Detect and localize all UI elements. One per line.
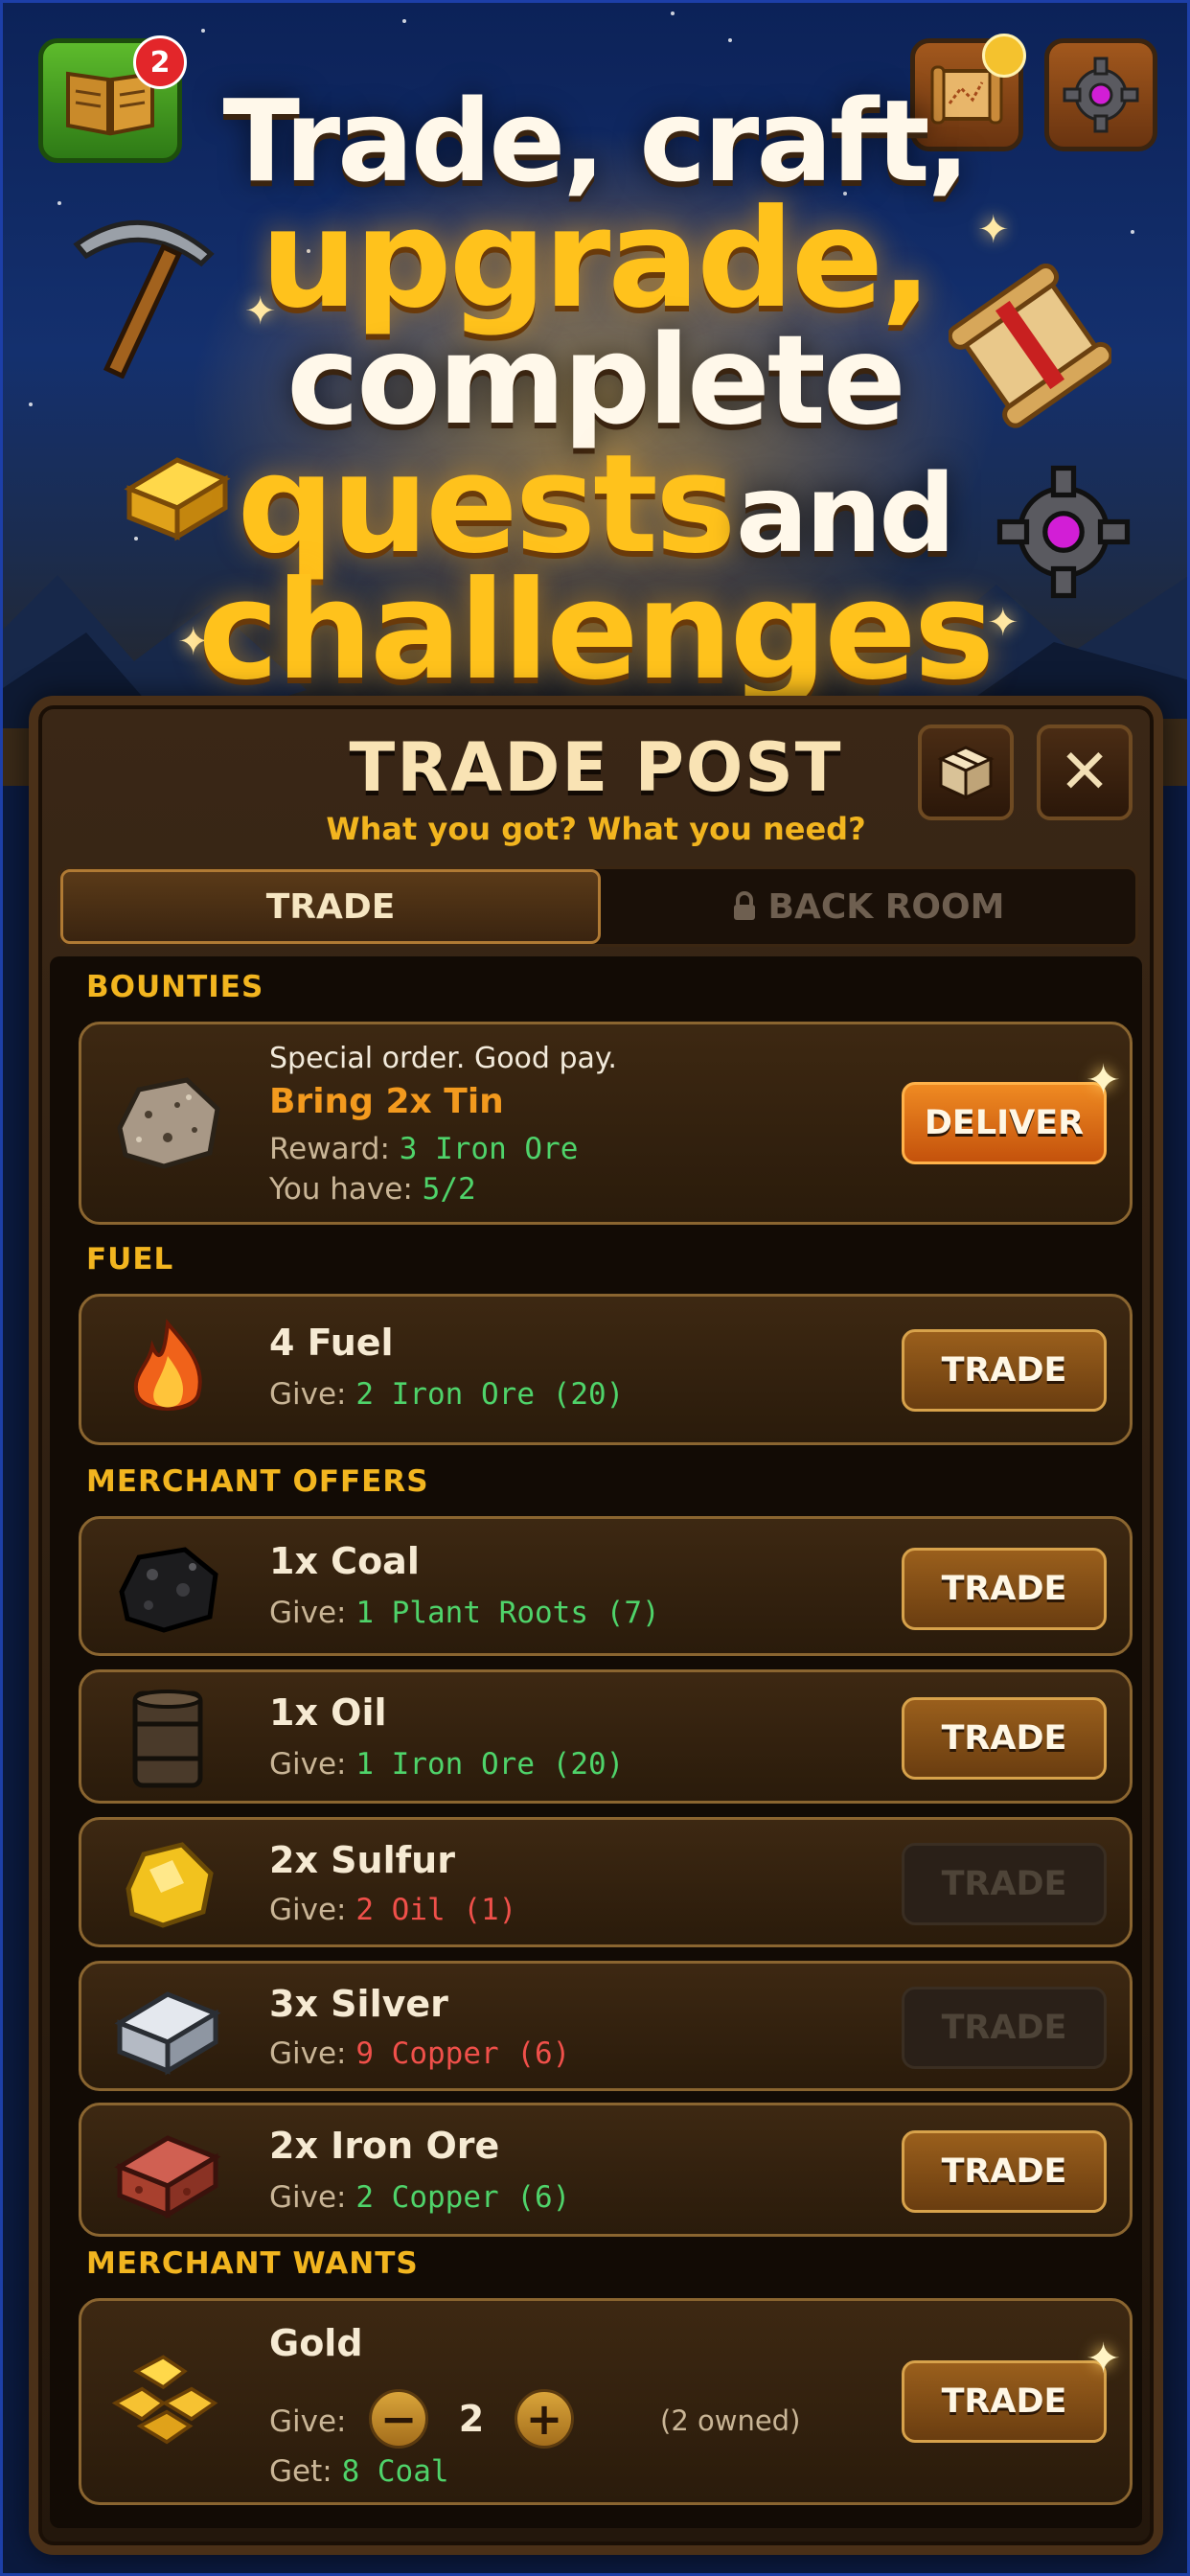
screen-border <box>0 0 1190 2576</box>
